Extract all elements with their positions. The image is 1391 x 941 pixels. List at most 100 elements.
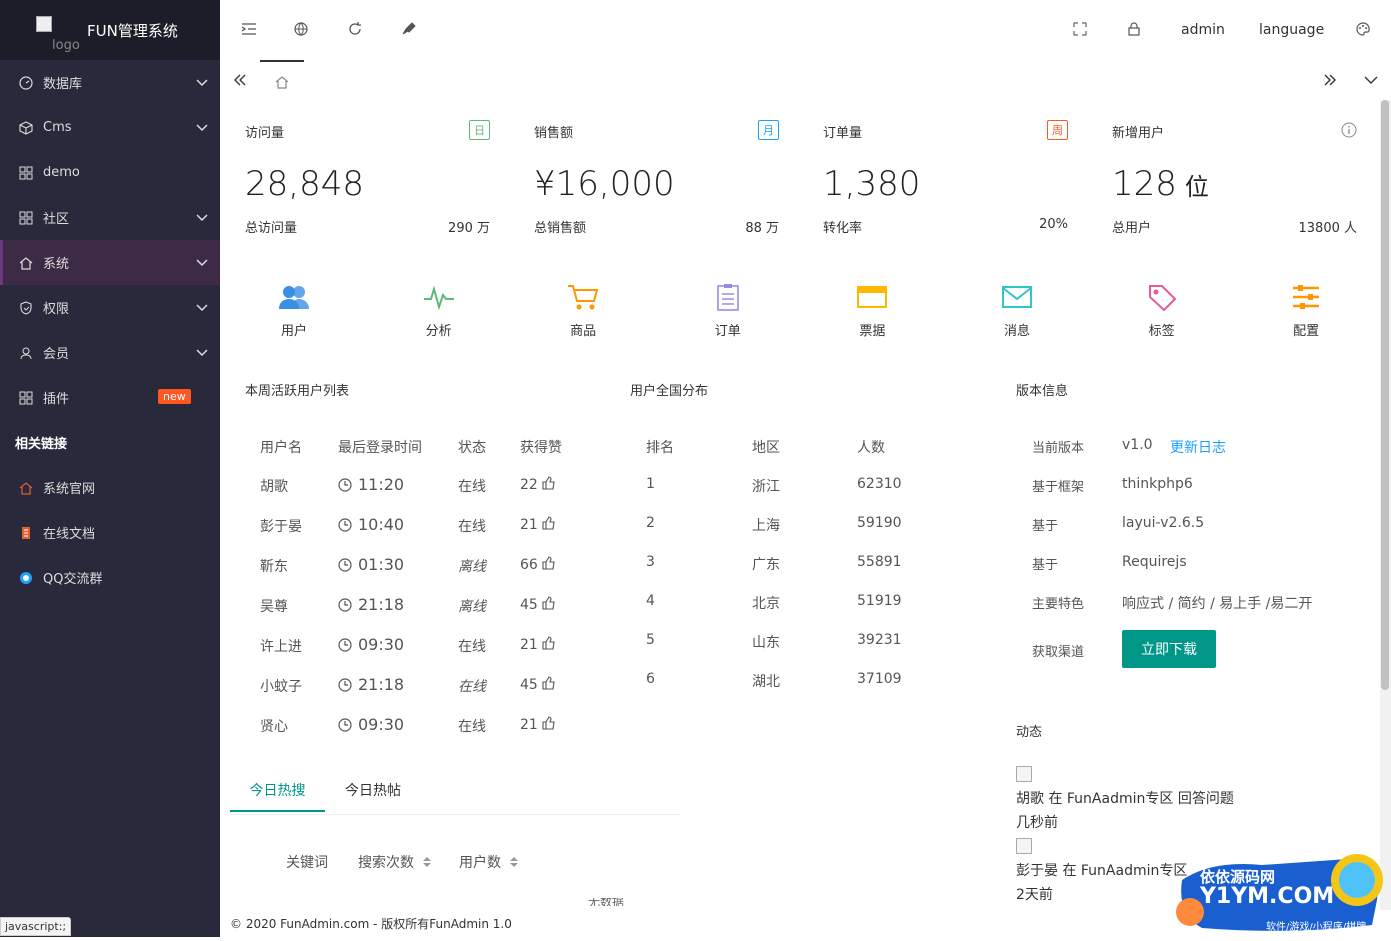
refresh-icon[interactable] — [346, 20, 364, 38]
watermark-line3: 软件/游戏/小程序/棋牌 — [1266, 922, 1367, 933]
stat-value: 28,848 — [245, 164, 364, 204]
chevron-down-icon — [196, 304, 208, 312]
scrollbar-thumb[interactable] — [1381, 100, 1389, 690]
fullscreen-icon[interactable] — [1071, 20, 1089, 38]
clear-cache-icon[interactable] — [400, 20, 418, 38]
sidebar-item-7[interactable]: 插件 new — [0, 375, 220, 420]
sidebar-link-1[interactable]: 在线文档 — [0, 510, 220, 555]
language-menu[interactable]: language — [1259, 22, 1324, 38]
thumbs-up-icon — [542, 676, 555, 690]
users-header-cell: 状态 — [458, 440, 486, 456]
dist-count: 55891 — [857, 554, 902, 570]
activity-time: 几秒前 — [1016, 815, 1058, 831]
shortcut-7[interactable]: 配置 — [1276, 280, 1336, 339]
menu-fold-icon[interactable] — [240, 20, 258, 38]
sort-icon[interactable] — [509, 855, 519, 869]
clock-icon — [338, 678, 352, 692]
shortcut-4[interactable]: 票据 — [842, 280, 902, 339]
dist-count: 37109 — [857, 671, 902, 687]
tabs-scroll-left-icon[interactable] — [232, 72, 248, 88]
sidebar-link-label: 在线文档 — [43, 527, 96, 542]
shortcut-5[interactable]: 消息 — [987, 280, 1047, 339]
stat-sub-label: 转化率 — [823, 221, 863, 236]
tabs-dropdown-icon[interactable] — [1363, 72, 1379, 88]
sidebar-item-5[interactable]: 权限 — [0, 285, 220, 330]
logo-image: logo — [36, 16, 96, 56]
stat-value: ¥16,000 — [534, 164, 675, 204]
shortcut-2[interactable]: 商品 — [553, 280, 613, 339]
tabs-scroll-right-icon[interactable] — [1322, 72, 1338, 88]
sidebar-item-1[interactable]: Cms — [0, 105, 220, 150]
dist-count: 39231 — [857, 632, 902, 648]
active-users-title: 本周活跃用户列表 — [245, 384, 350, 399]
thumbs-up-icon — [542, 716, 555, 730]
scrollbar[interactable] — [1380, 100, 1391, 910]
dist-count: 51919 — [857, 593, 902, 609]
shortcut-label: 分析 — [425, 324, 452, 339]
main-content: 访问量 日 28,848 总访问量 290 万 销售额 月 ¥16,000 总销… — [220, 100, 1380, 910]
thumbs-up-icon — [542, 636, 555, 650]
sidebar-item-3[interactable]: 社区 — [0, 195, 220, 240]
likes: 45 — [520, 676, 556, 693]
distribution-title: 用户全国分布 — [630, 384, 709, 399]
tabs-divider — [230, 814, 680, 815]
tab-hot-search[interactable]: 今日热搜 — [230, 780, 325, 812]
theme-icon[interactable] — [1354, 20, 1372, 38]
dist-region: 北京 — [752, 596, 780, 612]
thumbs-up-icon — [542, 516, 555, 530]
stat-sub-value: 88 万 — [745, 221, 779, 236]
thumbs-up-icon — [542, 476, 555, 490]
sidebar-item-4[interactable]: 系统 — [0, 240, 220, 285]
version-value: v1.0 — [1122, 437, 1153, 453]
changelog-link[interactable]: 更新日志 — [1170, 437, 1226, 457]
shortcut-label: 配置 — [1293, 324, 1320, 339]
activity-text[interactable]: 彭于晏 在 FunAadmin专区 — [1016, 860, 1187, 880]
activity-text[interactable]: 胡歌 在 FunAadmin专区 回答问题 — [1016, 788, 1234, 808]
clock-icon — [338, 718, 352, 732]
users-header-cell: 最后登录时间 — [338, 440, 422, 456]
sidebar-item-label: 会员 — [43, 347, 70, 362]
info-icon[interactable] — [1341, 122, 1357, 138]
login-time: 09:30 — [338, 635, 404, 654]
sidebar-item-2[interactable]: demo — [0, 150, 220, 195]
clock-icon — [338, 478, 352, 492]
sidebar-link-2[interactable]: QQ交流群 — [0, 555, 220, 600]
sidebar-section-links: 相关链接 — [15, 437, 68, 452]
user-name: 胡歌 — [260, 479, 288, 495]
version-key: 基于框架 — [1032, 480, 1085, 495]
tab-hot-posts[interactable]: 今日热帖 — [345, 780, 401, 810]
shortcut-0[interactable]: 用户 — [264, 280, 324, 339]
tag-icon — [1145, 280, 1179, 314]
user-menu[interactable]: admin — [1181, 22, 1225, 38]
sidebar-item-0[interactable]: 数据库 — [0, 60, 220, 105]
sidebar-link-0[interactable]: 系统官网 — [0, 465, 220, 510]
chevron-down-icon — [196, 79, 208, 87]
hot-header-cell[interactable]: 用户数 — [459, 852, 519, 872]
globe-icon[interactable] — [292, 20, 310, 38]
avatar — [1016, 838, 1032, 854]
shortcut-6[interactable]: 标签 — [1132, 280, 1192, 339]
shortcut-label: 商品 — [570, 324, 597, 339]
likes: 66 — [520, 556, 556, 573]
download-button[interactable]: 立即下载 — [1122, 630, 1216, 668]
tab-home[interactable] — [260, 60, 304, 100]
stat-label: 新增用户 — [1112, 126, 1165, 141]
shortcut-1[interactable]: 分析 — [409, 280, 469, 339]
sidebar-item-6[interactable]: 会员 — [0, 330, 220, 375]
lock-icon[interactable] — [1125, 20, 1143, 38]
thumbs-up-icon — [542, 596, 555, 610]
stat-sub-value: 290 万 — [448, 221, 490, 236]
login-time: 10:40 — [338, 515, 404, 534]
chevron-down-icon — [196, 259, 208, 267]
dist-rank: 6 — [646, 671, 655, 687]
hot-header-cell[interactable]: 搜索次数 — [358, 852, 432, 872]
sidebar-item-label: Cms — [43, 120, 72, 135]
sidebar-link-label: 系统官网 — [43, 482, 96, 497]
login-time: 21:18 — [338, 675, 404, 694]
sort-icon[interactable] — [422, 855, 432, 869]
browser-status-bar: javascript:; — [0, 917, 72, 936]
login-time: 21:18 — [338, 595, 404, 614]
logo-area[interactable]: logo FUN管理系统 — [0, 0, 220, 60]
shortcut-3[interactable]: 订单 — [698, 280, 758, 339]
dist-region: 山东 — [752, 635, 780, 651]
